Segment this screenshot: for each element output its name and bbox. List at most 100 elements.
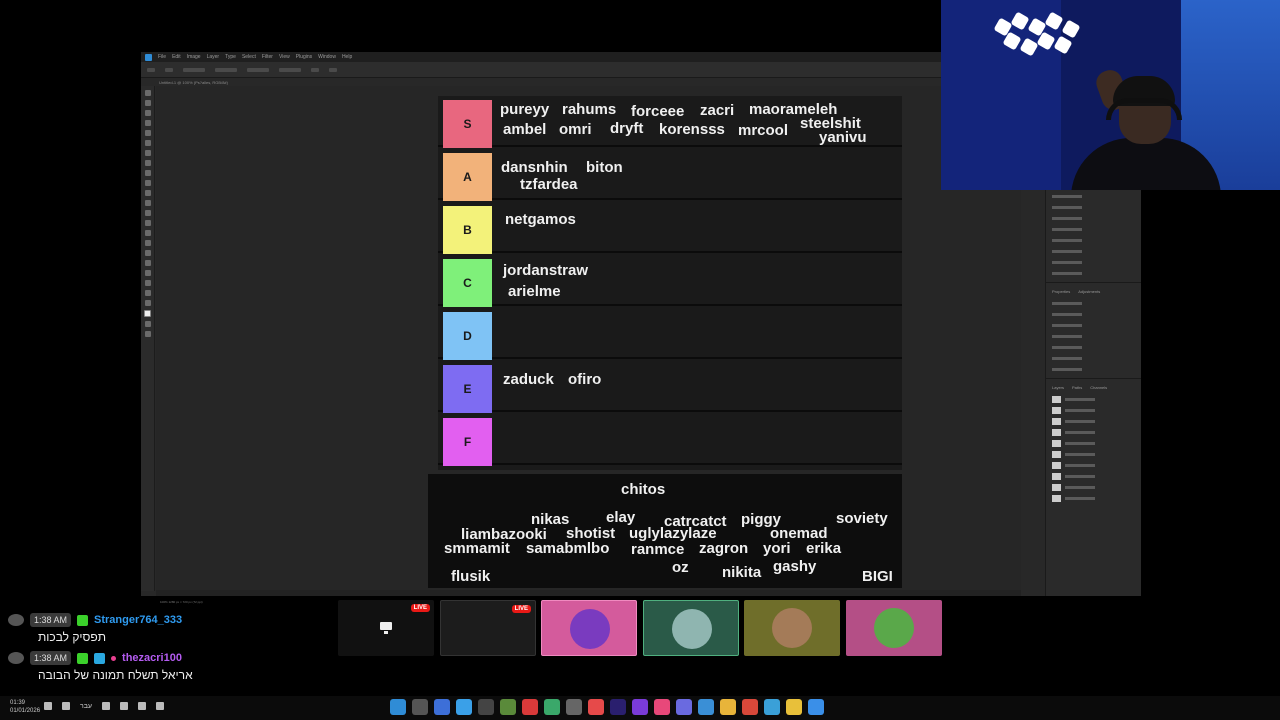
chevron-up-icon[interactable] [156,702,165,710]
app-icon[interactable] [522,699,538,715]
pen-tool-icon[interactable] [144,240,151,246]
menu-file[interactable]: File [158,54,166,60]
brush-tool-icon[interactable] [144,170,151,176]
menu-window[interactable]: Window [318,54,336,60]
layer-row[interactable] [1052,428,1135,437]
tab-layers[interactable]: Layers [1052,385,1064,393]
chrome-app-icon[interactable] [720,699,736,715]
tab-channels[interactable]: Channels [1090,385,1107,393]
layer-row[interactable] [1052,483,1135,492]
symmetry-icon[interactable] [329,67,337,72]
pool-name[interactable]: nikita [722,565,761,580]
brave-app-icon[interactable] [742,699,758,715]
select-tool-icon[interactable] [144,120,151,126]
app-icon[interactable] [632,699,648,715]
notification-icon[interactable] [44,702,52,710]
layer-row[interactable] [1052,395,1135,404]
layer-row[interactable] [1052,406,1135,415]
taskbar-clock[interactable]: 01:39 01/01/2026 [10,699,40,715]
type-tool-icon[interactable] [144,250,151,256]
marquee-tool-icon[interactable] [144,100,151,106]
zoom-tool-icon[interactable] [144,290,151,296]
pool-name[interactable]: nikas [531,512,569,527]
app-icon[interactable] [544,699,560,715]
app-icon[interactable] [588,699,604,715]
menu-edit[interactable]: Edit [172,54,181,60]
tab-adjustments[interactable]: Adjustments [1078,289,1100,297]
menu-filter[interactable]: Filter [262,54,273,60]
menu-select[interactable]: Select [242,54,256,60]
pool-name[interactable]: elay [606,510,635,525]
quick-mask-icon[interactable] [144,321,151,327]
tier-name[interactable]: dryft [610,121,643,136]
hand-tool-icon[interactable] [144,280,151,286]
volume-icon[interactable] [120,702,129,710]
tier-name[interactable]: netgamos [505,212,576,227]
store-app-icon[interactable] [808,699,824,715]
settings-icon[interactable] [566,699,582,715]
settings-icon[interactable] [311,67,319,72]
chat-username[interactable]: thezacri100 [122,652,182,664]
layer-row[interactable] [1052,439,1135,448]
pool-name[interactable]: oz [672,560,689,575]
lasso-tool-icon[interactable] [144,110,151,116]
tab-properties[interactable]: Properties [1052,289,1070,297]
document-tab[interactable]: Untitled-1 @ 100% (Ps?alles, RGB/8#) [159,78,279,86]
pool-name[interactable]: BIGI [862,569,893,584]
heal-tool-icon[interactable] [144,160,151,166]
pool-name[interactable]: soviety [836,511,888,526]
pool-name[interactable]: chitos [621,482,665,497]
history-brush-icon[interactable] [144,190,151,196]
tile-stream-preview[interactable]: LIVE [440,600,536,656]
minecraft-app-icon[interactable] [500,699,516,715]
layer-row[interactable] [1052,417,1135,426]
path-select-icon[interactable] [144,260,151,266]
tier-name[interactable]: forceee [631,104,684,119]
layer-row[interactable] [1052,450,1135,459]
opacity-control[interactable] [215,67,237,72]
stamp-tool-icon[interactable] [144,180,151,186]
mode-select[interactable] [183,67,205,72]
eyedropper-tool-icon[interactable] [144,150,151,156]
menu-type[interactable]: Type [225,54,236,60]
pool-name[interactable]: gashy [773,559,816,574]
move-tool-icon[interactable] [144,90,151,96]
app-icon[interactable] [698,699,714,715]
app-icon[interactable] [412,699,428,715]
music-app-icon[interactable] [654,699,670,715]
history-item[interactable] [1052,269,1135,278]
more-tools-icon[interactable] [144,300,151,306]
app-icon[interactable] [478,699,494,715]
tier-name[interactable]: rahums [562,102,616,117]
shape-tool-icon[interactable] [144,270,151,276]
tier-name[interactable]: tzfardea [520,177,578,192]
menu-layer[interactable]: Layer [207,54,220,60]
discord-app-icon[interactable] [676,699,692,715]
history-item[interactable] [1052,258,1135,267]
tier-name[interactable]: mrcool [738,123,788,138]
network-icon[interactable] [62,702,70,710]
tab-paths[interactable]: Paths [1072,385,1082,393]
tier-name[interactable]: ambel [503,122,546,137]
history-item[interactable] [1052,214,1135,223]
tier-name[interactable]: zacri [700,103,734,118]
tier-name[interactable]: pureyy [500,102,549,117]
brush-icon[interactable] [165,67,173,72]
home-icon[interactable] [147,67,155,72]
tier-name[interactable]: yanivu [819,130,867,145]
crop-tool-icon[interactable] [144,130,151,136]
menu-view[interactable]: View [279,54,290,60]
edge-app-icon[interactable] [764,699,780,715]
pool-name[interactable]: zagron [699,541,748,556]
menu-help[interactable]: Help [342,54,352,60]
premiere-app-icon[interactable] [610,699,626,715]
tier-name[interactable]: ofiro [568,372,601,387]
gradient-tool-icon[interactable] [144,210,151,216]
app-icon[interactable] [434,699,450,715]
pool-name[interactable]: uglylazylaze [629,526,717,541]
tier-name[interactable]: korensss [659,122,725,137]
pool-name[interactable]: samabmlbo [526,541,609,556]
screen-mode-icon[interactable] [144,331,151,337]
photoshop-app-icon[interactable] [390,699,406,715]
tile-avatar[interactable] [541,600,637,656]
